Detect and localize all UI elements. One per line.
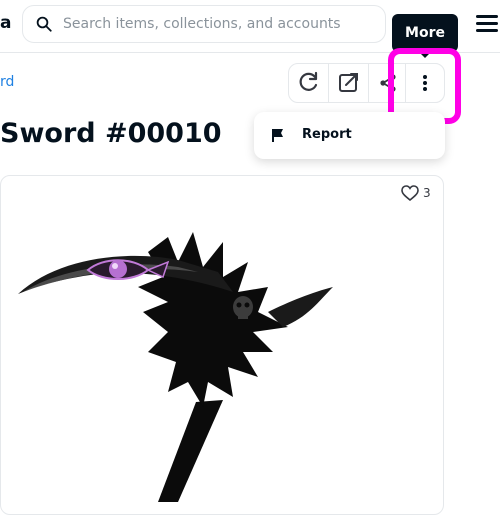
report-label: Report bbox=[302, 127, 352, 142]
search-icon bbox=[36, 16, 52, 32]
favorite-count: 3 bbox=[423, 186, 431, 200]
search-bar[interactable]: Search items, collections, and accounts bbox=[22, 5, 386, 43]
search-placeholder[interactable]: Search items, collections, and accounts bbox=[63, 16, 341, 32]
collection-link[interactable]: rd bbox=[0, 74, 14, 90]
external-link-icon bbox=[339, 73, 358, 92]
heart-icon[interactable] bbox=[401, 185, 419, 201]
refresh-icon bbox=[299, 71, 318, 91]
refresh-button[interactable] bbox=[289, 64, 328, 102]
item-title: Sword #00010 bbox=[0, 118, 222, 149]
menu-icon[interactable] bbox=[476, 15, 498, 33]
flag-icon bbox=[272, 129, 283, 142]
external-link-button[interactable] bbox=[329, 64, 368, 102]
more-tooltip: More bbox=[392, 14, 458, 52]
report-menu-item[interactable]: Report bbox=[254, 112, 445, 159]
logo-text[interactable]: a bbox=[0, 13, 11, 33]
scythe-image bbox=[18, 232, 333, 502]
more-menu: Report bbox=[254, 112, 445, 159]
